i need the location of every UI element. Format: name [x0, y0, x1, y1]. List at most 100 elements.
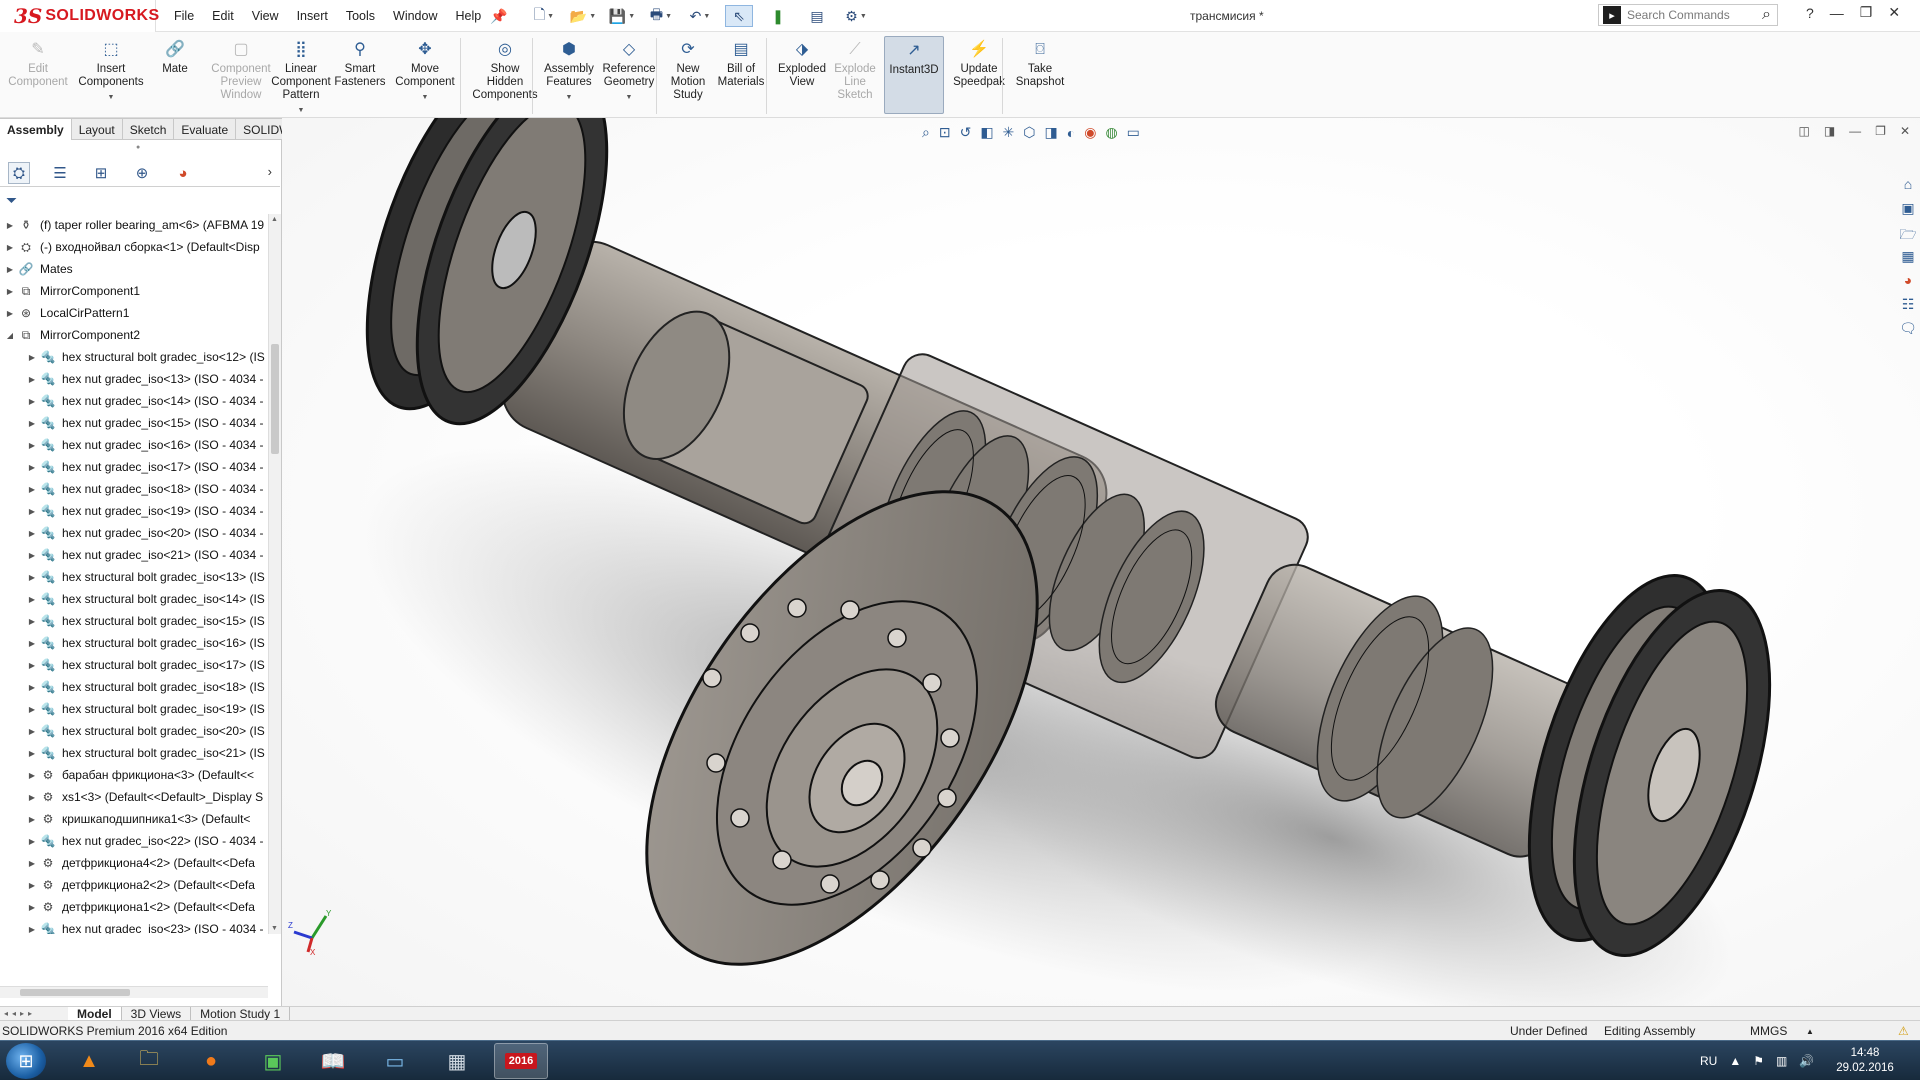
smart-fasteners-button[interactable]: ⚲ Smart Fasteners	[330, 38, 390, 118]
chevron-right-icon[interactable]: ▶	[26, 727, 38, 736]
chevron-down-icon[interactable]: ▼	[566, 91, 573, 104]
zoom-to-area-icon[interactable]: ⊡	[939, 124, 951, 141]
tree-item[interactable]: ◢ ⧉ MirrorComponent2	[0, 324, 268, 346]
clock[interactable]: 14:48 29.02.2016	[1830, 1046, 1900, 1076]
tray-expand-icon[interactable]: ▲	[1729, 1054, 1741, 1068]
help-icon[interactable]: ?	[1806, 5, 1814, 21]
scroll-thumb[interactable]	[271, 344, 279, 454]
display-style-icon[interactable]: ◨	[1045, 124, 1058, 141]
chevron-right-icon[interactable]: ▶	[26, 661, 38, 670]
tab-model[interactable]: Model	[68, 1006, 122, 1021]
custom-properties-icon[interactable]: ☷	[1902, 296, 1915, 318]
tree-item[interactable]: ▶ ⚙ xs1<3> (Default<<Default>_Display S	[0, 786, 268, 808]
chevron-right-icon[interactable]: ▶	[26, 903, 38, 912]
search-commands-box[interactable]: ▸ Search Commands ⌕	[1598, 4, 1778, 26]
tree-item[interactable]: ▶ 🔩 hex nut gradec_iso<15> (ISO - 4034 -	[0, 412, 268, 434]
component-preview-button[interactable]: ▢ Component Preview Window	[208, 38, 274, 118]
file-properties-button[interactable]: ▤	[803, 5, 831, 27]
tree-item[interactable]: ▶ 🔩 hex structural bolt gradec_iso<16> (IS	[0, 632, 268, 654]
property-manager-tab[interactable]: ☰	[49, 162, 71, 184]
chevron-right-icon[interactable]: ▶	[26, 397, 38, 406]
configuration-manager-tab[interactable]: ⊞	[90, 162, 112, 184]
chevron-right-icon[interactable]: ▶	[26, 749, 38, 758]
assembly-features-button[interactable]: ⬢ Assembly Features ▼	[538, 38, 600, 118]
previous-view-icon[interactable]: ↺	[960, 124, 972, 141]
tree-item[interactable]: ▶ 🔩 hex nut gradec_iso<16> (ISO - 4034 -	[0, 434, 268, 456]
print-button[interactable]: 🖶 ▼	[647, 5, 675, 27]
chevron-right-icon[interactable]: ▶	[4, 221, 16, 230]
avast-icon[interactable]: ▲	[62, 1043, 116, 1079]
chevron-right-icon[interactable]: ▶	[26, 639, 38, 648]
explode-line-button[interactable]: ⟋ Explode Line Sketch	[826, 38, 884, 118]
dynamic-annotation-icon[interactable]: ✳	[1003, 124, 1015, 141]
rebuild-status-icon[interactable]: ⚠	[1898, 1024, 1909, 1038]
panel-handle[interactable]: ●	[136, 144, 140, 151]
chevron-down-icon[interactable]: ▼	[626, 91, 633, 104]
tree-item[interactable]: ▶ 🔩 hex nut gradec_iso<18> (ISO - 4034 -	[0, 478, 268, 500]
tree-item[interactable]: ▶ 🔩 hex structural bolt gradec_iso<20> (IS	[0, 720, 268, 742]
tree-item[interactable]: ▶ 🔩 hex nut gradec_iso<21> (ISO - 4034 -	[0, 544, 268, 566]
chevron-right-icon[interactable]: ▶	[26, 925, 38, 934]
chevron-down-icon[interactable]: ▼	[108, 91, 115, 104]
collapse-panel-icon[interactable]: ◨	[1824, 124, 1835, 138]
close-icon[interactable]: ✕	[1888, 4, 1900, 21]
tree-item[interactable]: ▶ 🔩 hex nut gradec_iso<14> (ISO - 4034 -	[0, 390, 268, 412]
chevron-right-icon[interactable]: ▶	[26, 705, 38, 714]
chevron-right-icon[interactable]: ▶	[26, 793, 38, 802]
new-document-button[interactable]: 🗋 ▼	[530, 5, 558, 27]
horizontal-scroll-thumb[interactable]	[20, 989, 130, 996]
viewport-close-icon[interactable]: ✕	[1900, 124, 1910, 138]
home-icon[interactable]: ⌂	[1904, 176, 1912, 198]
transmission-assembly-model[interactable]	[282, 118, 1920, 1006]
tab-motion-study[interactable]: Motion Study 1	[191, 1006, 291, 1021]
search-input[interactable]: Search Commands	[1627, 8, 1762, 22]
instant3d-button[interactable]: ↗ Instant3D	[884, 36, 944, 114]
minimize-icon[interactable]: —	[1830, 5, 1844, 21]
select-button[interactable]: ⇖	[725, 5, 753, 27]
explorer-icon[interactable]: 🗀	[122, 1043, 176, 1079]
feature-manager-tab[interactable]: ⛭	[8, 162, 30, 184]
tree-item[interactable]: ▶ ⚙ детфрикциона2<2> (Default<<Defa	[0, 874, 268, 896]
tree-item[interactable]: ▶ 🔩 hex nut gradec_iso<22> (ISO - 4034 -	[0, 830, 268, 852]
tree-item[interactable]: ▶ 🔩 hex nut gradec_iso<19> (ISO - 4034 -	[0, 500, 268, 522]
options-button[interactable]: ⚙ ▼	[842, 5, 870, 27]
snapshot-button[interactable]: ⌼ Take Snapshot	[1010, 38, 1070, 118]
chevron-right-icon[interactable]: ▶	[26, 595, 38, 604]
task-manager-icon[interactable]: ▣	[246, 1043, 300, 1079]
tab-scroll-arrows-icon[interactable]: ◂◂▸▸	[0, 1009, 68, 1018]
photo-icon[interactable]: ▭	[368, 1043, 422, 1079]
scroll-down-icon[interactable]: ▼	[271, 925, 278, 932]
exploded-view-button[interactable]: ⬗ Exploded View	[770, 38, 834, 118]
tree-item[interactable]: ▶ 🔩 hex structural bolt gradec_iso<15> (IS	[0, 610, 268, 632]
tree-item[interactable]: ▶ 🔗 Mates	[0, 258, 268, 280]
forum-icon[interactable]: 🗨	[1899, 320, 1917, 342]
chevron-right-icon[interactable]: ▶	[26, 529, 38, 538]
book-icon[interactable]: 📖	[306, 1043, 360, 1079]
chevron-right-icon[interactable]: ▶	[26, 617, 38, 626]
viewport-minimize-icon[interactable]: —	[1849, 124, 1861, 138]
menu-file[interactable]: File	[174, 9, 194, 23]
linear-pattern-button[interactable]: ⣿ Linear Component Pattern ▼	[270, 38, 332, 118]
tree-item[interactable]: ▶ ⧉ MirrorComponent1	[0, 280, 268, 302]
show-hidden-button[interactable]: ◎ Show Hidden Components	[470, 38, 540, 118]
tree-item[interactable]: ▶ 🔩 hex nut gradec_iso<20> (ISO - 4034 -	[0, 522, 268, 544]
design-library-icon[interactable]: ▣	[1901, 200, 1914, 222]
open-button[interactable]: 📂 ▼	[569, 5, 597, 27]
action-center-icon[interactable]: ⚑	[1753, 1054, 1764, 1068]
chevron-right-icon[interactable]: ›	[268, 164, 272, 179]
tree-horizontal-scrollbar[interactable]	[0, 986, 268, 998]
chevron-down-icon[interactable]: ◢	[4, 331, 16, 340]
chevron-right-icon[interactable]: ▶	[26, 419, 38, 428]
apply-scene-icon[interactable]: ◍	[1105, 124, 1117, 141]
chevron-right-icon[interactable]: ▶	[26, 771, 38, 780]
view-settings-icon[interactable]: ▭	[1127, 124, 1140, 141]
chevron-down-icon[interactable]: ▼	[422, 91, 429, 104]
tree-item[interactable]: ▶ 🔩 hex structural bolt gradec_iso<13> (IS	[0, 566, 268, 588]
chevron-right-icon[interactable]: ▶	[26, 573, 38, 582]
view-orientation-icon[interactable]: ⬡	[1023, 124, 1035, 141]
edit-appearance-icon[interactable]: ◉	[1084, 124, 1096, 141]
restore-icon[interactable]: ❐	[1860, 4, 1873, 21]
file-explorer-icon[interactable]: 🗁	[1899, 224, 1916, 246]
chevron-right-icon[interactable]: ▶	[4, 243, 16, 252]
chevron-right-icon[interactable]: ▶	[26, 683, 38, 692]
